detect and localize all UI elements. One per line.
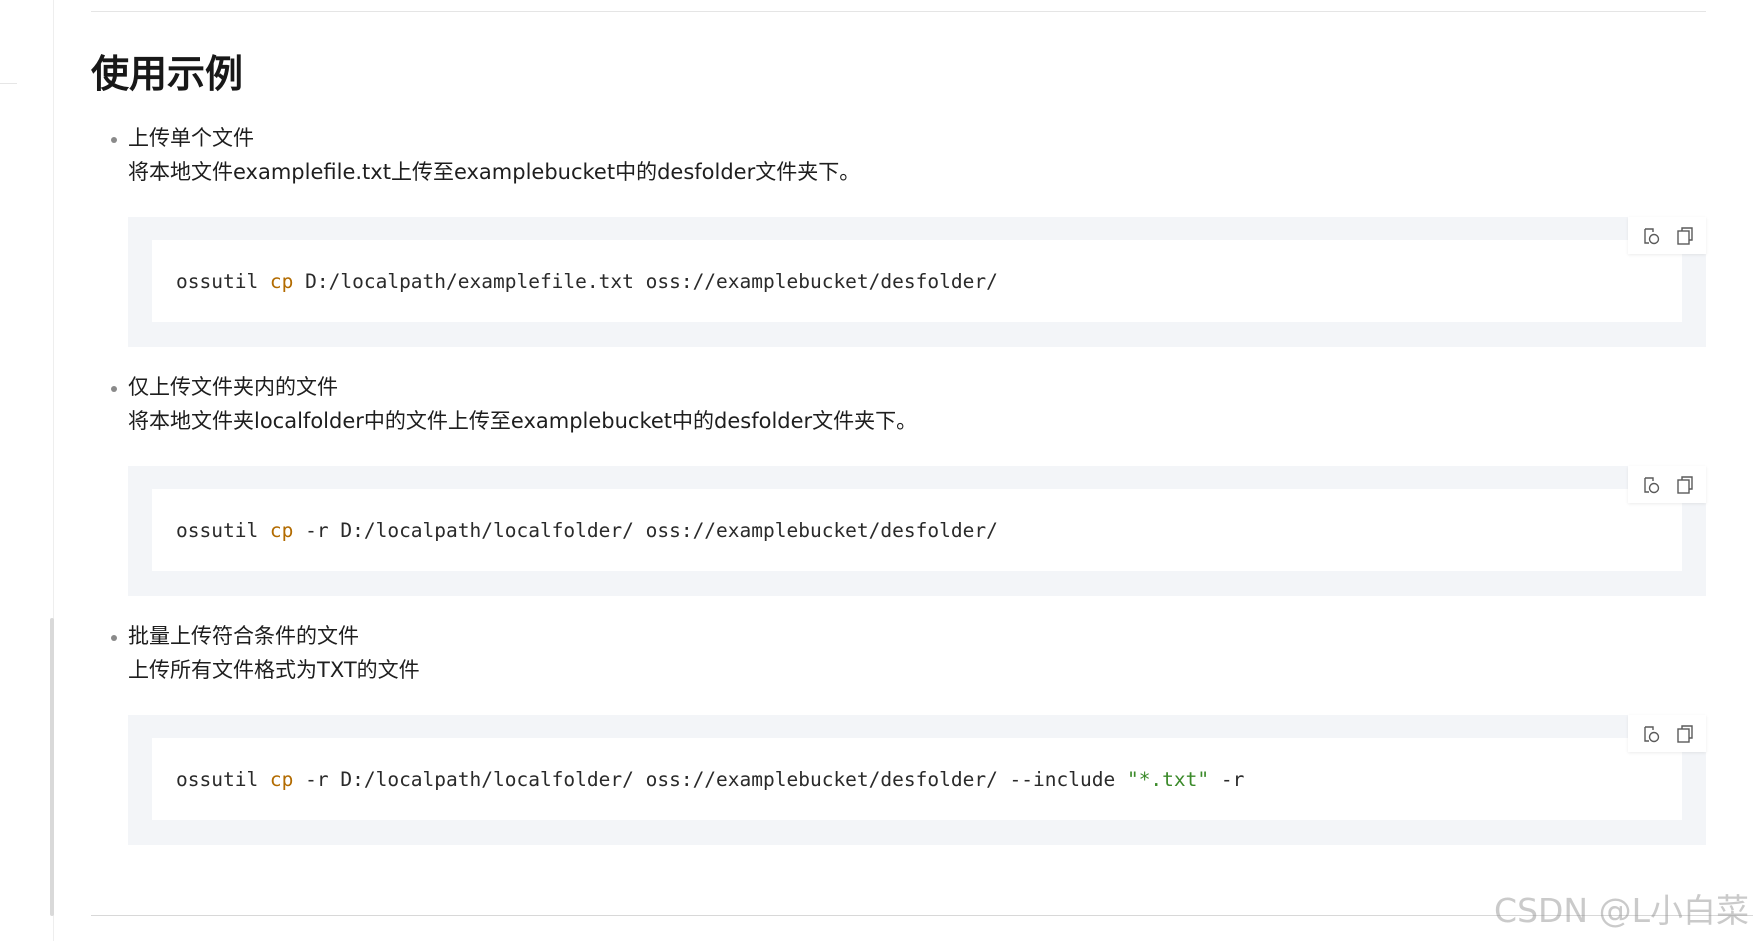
code-args: -r D:/localpath/localfolder/ oss://examp…	[293, 519, 998, 542]
watermark: CSDN @L小白菜	[1494, 891, 1749, 930]
left-nav-divider	[0, 83, 17, 84]
code-toolbar	[1628, 715, 1706, 752]
bullet-icon	[111, 137, 117, 143]
code-block: ossutil cp D:/localpath/examplefile.txt …	[128, 217, 1706, 347]
code-body[interactable]: ossutil cp D:/localpath/examplefile.txt …	[152, 240, 1682, 322]
item-description: 将本地文件examplefile.txt上传至examplebucket中的de…	[128, 160, 861, 184]
code-keyword: cp	[269, 519, 294, 542]
copy-icon[interactable]	[1674, 723, 1696, 745]
code-keyword: cp	[269, 270, 294, 293]
bullet-icon	[111, 386, 117, 392]
code-toolbar	[1628, 217, 1706, 254]
code-toolbar	[1628, 466, 1706, 503]
code-line: ossutil cp -r D:/localpath/localfolder/ …	[176, 516, 998, 546]
code-block: ossutil cp -r D:/localpath/localfolder/ …	[128, 466, 1706, 596]
code-cmd: ossutil	[176, 519, 270, 542]
code-line: ossutil cp D:/localpath/examplefile.txt …	[176, 267, 998, 297]
run-in-cloud-shell-icon[interactable]	[1640, 474, 1662, 496]
run-in-cloud-shell-icon[interactable]	[1640, 225, 1662, 247]
code-body[interactable]: ossutil cp -r D:/localpath/localfolder/ …	[152, 489, 1682, 571]
code-args: D:/localpath/examplefile.txt oss://examp…	[293, 270, 998, 293]
code-line: ossutil cp -r D:/localpath/localfolder/ …	[176, 765, 1244, 795]
item-title: 上传单个文件	[128, 126, 254, 150]
code-args: -r D:/localpath/localfolder/ oss://examp…	[293, 768, 1127, 791]
top-divider	[91, 11, 1706, 12]
run-in-cloud-shell-icon[interactable]	[1640, 723, 1662, 745]
item-description: 上传所有文件格式为TXT的文件	[128, 658, 420, 682]
item-title: 批量上传符合条件的文件	[128, 624, 359, 648]
code-body[interactable]: ossutil cp -r D:/localpath/localfolder/ …	[152, 738, 1682, 820]
bullet-icon	[111, 635, 117, 641]
item-description: 将本地文件夹localfolder中的文件上传至examplebucket中的d…	[128, 409, 918, 433]
code-keyword: cp	[269, 768, 294, 791]
code-block: ossutil cp -r D:/localpath/localfolder/ …	[128, 715, 1706, 845]
section-heading: 使用示例	[91, 52, 244, 96]
item-title: 仅上传文件夹内的文件	[128, 375, 338, 399]
left-nav-scrollbar[interactable]	[50, 618, 54, 916]
copy-icon[interactable]	[1674, 474, 1696, 496]
code-tail: -r	[1209, 768, 1245, 791]
copy-icon[interactable]	[1674, 225, 1696, 247]
code-cmd: ossutil	[176, 768, 270, 791]
code-string: "*.txt"	[1126, 768, 1210, 791]
code-cmd: ossutil	[176, 270, 270, 293]
doc-page: 使用示例 上传单个文件 将本地文件examplefile.txt上传至examp…	[0, 0, 1753, 941]
